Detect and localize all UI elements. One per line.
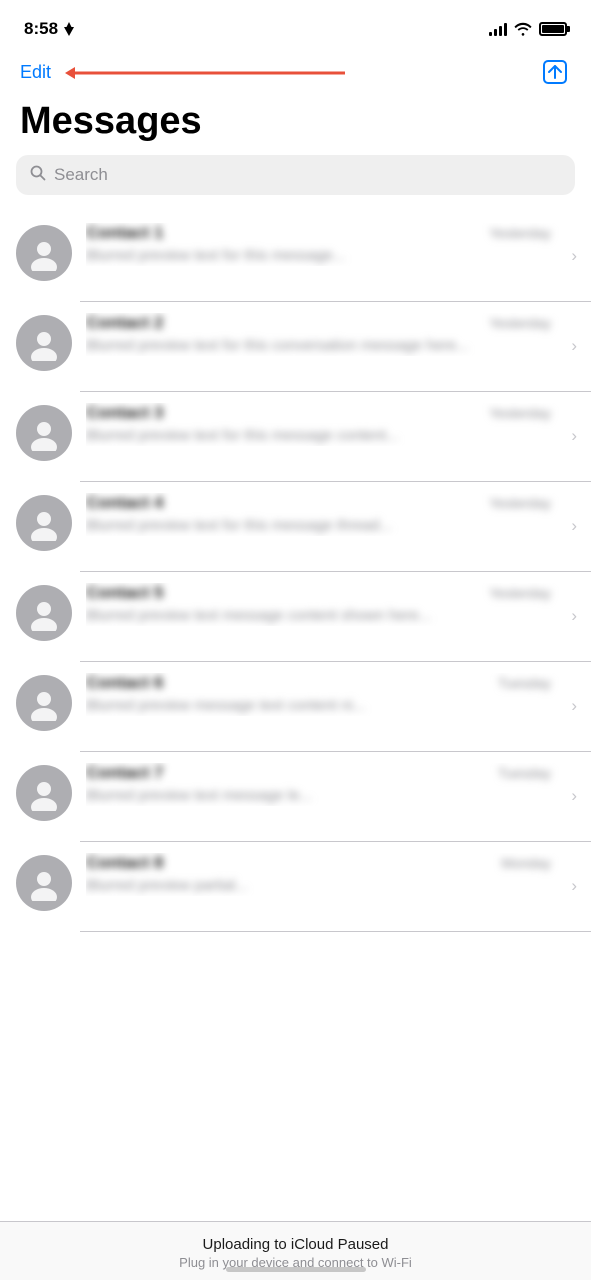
- battery-icon: [539, 22, 567, 36]
- message-header: Contact 6 Tuesday: [86, 673, 551, 693]
- avatar-icon: [26, 595, 62, 631]
- avatar-icon: [26, 505, 62, 541]
- compose-button[interactable]: [539, 56, 571, 88]
- message-time: Yesterday: [489, 585, 551, 601]
- message-item[interactable]: Contact 3 Yesterday Blurred preview text…: [0, 391, 591, 481]
- message-preview: Blurred preview text for this conversati…: [86, 336, 551, 356]
- message-item[interactable]: Contact 6 Tuesday Blurred preview messag…: [0, 661, 591, 751]
- bottom-bar-title: Uploading to iCloud Paused: [20, 1236, 571, 1253]
- message-item[interactable]: Contact 4 Yesterday Blurred preview text…: [0, 481, 591, 571]
- page-title: Messages: [0, 96, 591, 155]
- contact-name: Contact 6: [86, 673, 163, 693]
- nav-bar: Edit: [0, 52, 591, 96]
- chevron-icon: ›: [571, 336, 577, 356]
- chevron-icon: ›: [571, 786, 577, 806]
- avatar: [16, 495, 72, 551]
- message-item[interactable]: Contact 1 Yesterday Blurred preview text…: [0, 211, 591, 301]
- message-item[interactable]: Contact 5 Yesterday Blurred preview text…: [0, 571, 591, 661]
- red-arrow-annotation: [65, 66, 355, 80]
- avatar-icon: [26, 325, 62, 361]
- message-content: Contact 4 Yesterday Blurred preview text…: [86, 493, 575, 536]
- avatar-icon: [26, 685, 62, 721]
- message-preview: Blurred preview text for this message co…: [86, 426, 551, 446]
- message-item[interactable]: Contact 2 Yesterday Blurred preview text…: [0, 301, 591, 391]
- message-time: Yesterday: [489, 405, 551, 421]
- message-preview: Blurred preview message text content ni.…: [86, 696, 551, 716]
- messages-list: Contact 1 Yesterday Blurred preview text…: [0, 211, 591, 931]
- avatar-icon: [26, 235, 62, 271]
- message-preview: Blurred preview text for this message...: [86, 246, 551, 266]
- avatar: [16, 765, 72, 821]
- message-content: Contact 5 Yesterday Blurred preview text…: [86, 583, 575, 626]
- message-header: Contact 5 Yesterday: [86, 583, 551, 603]
- contact-name: Contact 7: [86, 763, 163, 783]
- search-icon: [30, 165, 46, 186]
- message-content: Contact 6 Tuesday Blurred preview messag…: [86, 673, 575, 716]
- message-time: Yesterday: [489, 225, 551, 241]
- avatar: [16, 585, 72, 641]
- message-content: Contact 7 Tuesday Blurred preview text m…: [86, 763, 575, 806]
- avatar: [16, 675, 72, 731]
- contact-name: Contact 1: [86, 223, 163, 243]
- time-display: 8:58: [24, 19, 58, 39]
- message-time: Monday: [501, 855, 551, 871]
- avatar-icon: [26, 865, 62, 901]
- chevron-icon: ›: [571, 696, 577, 716]
- avatar-icon: [26, 775, 62, 811]
- contact-name: Contact 3: [86, 403, 163, 423]
- home-indicator: [226, 1267, 366, 1272]
- avatar: [16, 225, 72, 281]
- message-content: Contact 8 Monday Blurred preview partial…: [86, 853, 575, 896]
- message-header: Contact 1 Yesterday: [86, 223, 551, 243]
- contact-name: Contact 8: [86, 853, 163, 873]
- avatar: [16, 315, 72, 371]
- message-content: Contact 3 Yesterday Blurred preview text…: [86, 403, 575, 446]
- message-item[interactable]: Contact 7 Tuesday Blurred preview text m…: [0, 751, 591, 841]
- location-icon: [63, 22, 75, 36]
- search-bar[interactable]: Search: [16, 155, 575, 195]
- contact-name: Contact 5: [86, 583, 163, 603]
- contact-name: Contact 2: [86, 313, 163, 333]
- message-time: Tuesday: [498, 675, 551, 691]
- message-preview: Blurred preview text message content sho…: [86, 606, 551, 626]
- message-header: Contact 7 Tuesday: [86, 763, 551, 783]
- message-content: Contact 1 Yesterday Blurred preview text…: [86, 223, 575, 266]
- chevron-icon: ›: [571, 876, 577, 896]
- signal-bars: [489, 22, 507, 36]
- message-header: Contact 4 Yesterday: [86, 493, 551, 513]
- edit-button[interactable]: Edit: [20, 62, 51, 83]
- message-preview: Blurred preview text message le...: [86, 786, 551, 806]
- status-icons: [489, 22, 567, 36]
- avatar: [16, 405, 72, 461]
- avatar: [16, 855, 72, 911]
- chevron-icon: ›: [571, 246, 577, 266]
- status-time: 8:58: [24, 19, 75, 39]
- chevron-icon: ›: [571, 516, 577, 536]
- chevron-icon: ›: [571, 426, 577, 446]
- wifi-icon: [514, 22, 532, 36]
- message-time: Yesterday: [489, 495, 551, 511]
- message-content: Contact 2 Yesterday Blurred preview text…: [86, 313, 575, 356]
- message-header: Contact 3 Yesterday: [86, 403, 551, 423]
- avatar-icon: [26, 415, 62, 451]
- search-placeholder: Search: [54, 165, 108, 185]
- message-time: Tuesday: [498, 765, 551, 781]
- compose-icon: [542, 59, 568, 85]
- message-header: Contact 8 Monday: [86, 853, 551, 873]
- message-item[interactable]: Contact 8 Monday Blurred preview partial…: [0, 841, 591, 931]
- message-time: Yesterday: [489, 315, 551, 331]
- contact-name: Contact 4: [86, 493, 163, 513]
- message-preview: Blurred preview text for this message th…: [86, 516, 551, 536]
- message-preview: Blurred preview partial...: [86, 876, 551, 896]
- search-container: Search: [0, 155, 591, 211]
- status-bar: 8:58: [0, 0, 591, 52]
- message-header: Contact 2 Yesterday: [86, 313, 551, 333]
- chevron-icon: ›: [571, 606, 577, 626]
